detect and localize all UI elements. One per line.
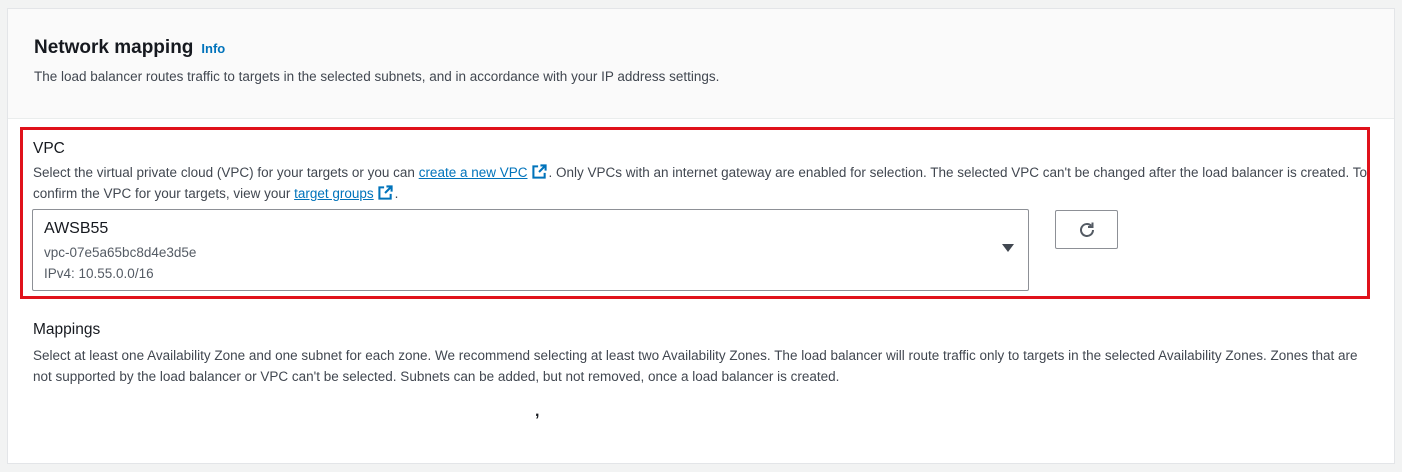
stray-mark: , [535, 403, 540, 420]
section-title-text: Network mapping [34, 37, 194, 58]
vpc-select[interactable]: AWSB55 vpc-07e5a65bc8d4e3d5e IPv4: 10.55… [32, 209, 1029, 291]
vpc-desc-text-3: . [394, 186, 399, 201]
refresh-icon [1079, 222, 1094, 237]
vpc-description: Select the virtual private cloud (VPC) f… [33, 162, 1373, 204]
network-mapping-panel: Network mapping Info The load balancer ro… [7, 8, 1395, 464]
external-link-icon[interactable] [531, 164, 547, 179]
vpc-desc-text-1: Select the virtual private cloud (VPC) f… [33, 165, 419, 180]
section-subtitle: The load balancer routes traffic to targ… [34, 69, 720, 84]
info-link[interactable]: Info [201, 41, 225, 56]
create-vpc-link[interactable]: create a new VPC [419, 165, 528, 180]
refresh-button[interactable] [1055, 210, 1118, 249]
vpc-selected-name: AWSB55 [44, 220, 109, 237]
mappings-label: Mappings [33, 321, 101, 338]
panel-header: Network mapping Info The load balancer ro… [8, 9, 1394, 119]
section-title: Network mapping Info [34, 37, 225, 59]
vpc-selected-cidr: IPv4: 10.55.0.0/16 [44, 266, 154, 281]
vpc-selected-id: vpc-07e5a65bc8d4e3d5e [44, 245, 197, 260]
external-link-icon[interactable] [378, 185, 393, 200]
mappings-description: Select at least one Availability Zone an… [33, 348, 1358, 384]
vpc-label: VPC [33, 140, 65, 157]
caret-down-icon [1002, 244, 1014, 252]
target-groups-link[interactable]: target groups [294, 186, 374, 201]
